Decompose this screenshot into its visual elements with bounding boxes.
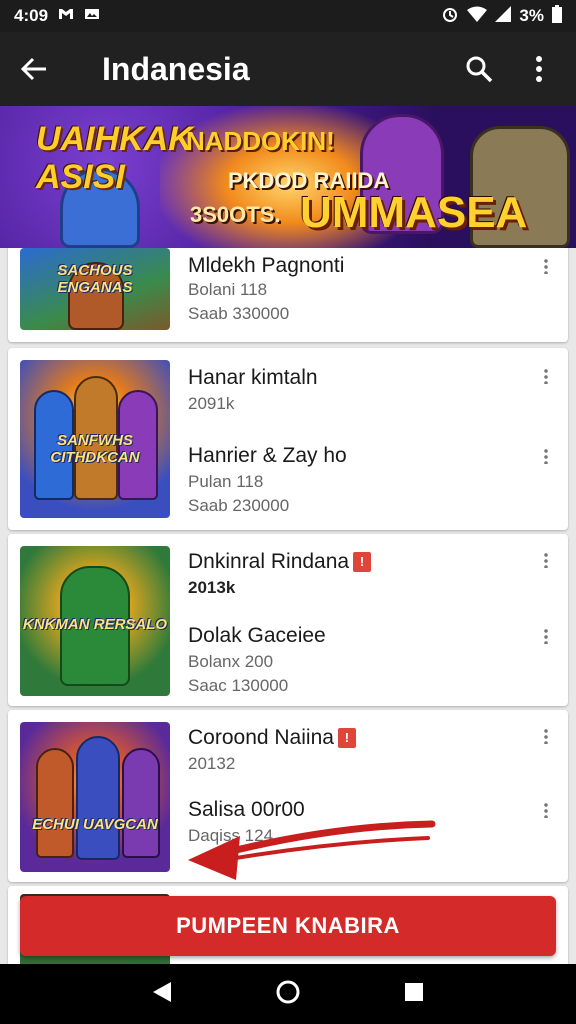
list-card[interactable]: SACHOUS ENGANAS Mldekh Pagnonti Bolani 1… [8,248,568,342]
wifi-icon [467,6,488,27]
overflow-menu-button[interactable] [518,48,560,90]
banner-line-3: 3S0OTS. [190,202,281,227]
battery-percent: 3% [519,6,544,25]
more-vert-icon [544,368,548,384]
triangle-back-icon [153,981,171,1002]
game-title: Hanar kimtaln [188,366,318,389]
game-title: Dnkinral Rindana! [188,550,372,574]
more-vert-icon [544,552,548,568]
card-menu-button[interactable] [534,624,558,648]
page-title: Indanesia [102,50,250,87]
gmail-icon [58,6,74,26]
signal-icon [495,5,512,27]
banner-headline: UAIHKAK ASISI [36,120,193,196]
banner-big-title: UMMASEA [300,188,528,237]
game-thumbnail: KNKMAN RERSALO [20,546,170,696]
primary-cta-button[interactable]: PUMPEEN KNABIRA [20,896,556,956]
more-vert-icon [544,802,548,818]
game-title: Hanrier & Zay ho [188,444,347,467]
game-title: Mldekh Pagnonti [188,254,345,277]
search-icon [466,56,493,83]
image-icon [84,6,100,26]
card-menu-button[interactable] [534,798,558,822]
game-title-text: Coroond Naiina [188,726,334,749]
alarm-icon [441,5,459,28]
more-vert-icon [544,628,548,644]
card-menu-button[interactable] [534,254,558,278]
app-bar: Indanesia [0,32,576,106]
game-meta-2: Saab 330000 [188,304,290,323]
more-vert-icon [536,56,542,82]
status-bar: 4:09 3% [0,0,576,32]
alert-badge: ! [337,728,356,748]
thumb-figure [76,736,120,860]
thumb-figure [36,748,74,858]
more-vert-icon [544,258,548,274]
annotation-arrow-icon [188,820,436,880]
battery-icon [552,4,562,28]
game-meta-2: Saac 130000 [188,676,289,695]
square-recents-icon [405,982,423,1001]
card-menu-button[interactable] [534,444,558,468]
list-card[interactable]: KNKMAN RERSALO Dnkinral Rindana! 2013k D… [8,534,568,706]
game-meta: Bolanx 200 [188,652,274,671]
game-title: Coroond Naiina! [188,726,356,750]
thumb-caption: KNKMAN RERSALO [22,616,168,633]
thumb-caption: ECHUI UAVGCAN [32,816,158,833]
alert-badge: ! [353,552,372,572]
game-meta: Bolani 118 [188,280,268,299]
card-menu-button[interactable] [534,364,558,388]
arrow-left-icon [20,57,46,81]
more-vert-icon [544,728,548,744]
promo-banner[interactable]: UAIHKAK ASISI NADDOKIN! PKDOD RAIIDA 3S0… [0,106,576,248]
game-meta: 2091k [188,394,235,413]
thumb-figure [122,748,160,858]
nav-back-button[interactable] [151,980,173,1009]
nav-home-button[interactable] [275,979,301,1010]
list-card[interactable]: SANFWHS CITHDKCAN Hanar kimtaln 2091k Ha… [8,348,568,530]
game-meta-2: Saab 230000 [188,496,290,515]
game-thumbnail: SANFWHS CITHDKCAN [20,360,170,518]
game-thumbnail: ECHUI UAVGCAN [20,722,170,872]
more-vert-icon [544,448,548,464]
status-time: 4:09 [14,6,49,25]
system-nav-bar [0,964,576,1024]
game-thumbnail: SACHOUS ENGANAS [20,248,170,330]
game-meta: 2013k [188,578,236,597]
thumb-caption: SANFWHS CITHDKCAN [50,432,140,466]
thumb-caption: SACHOUS ENGANAS [57,262,133,296]
banner-line-1: NADDOKIN! [186,126,335,156]
card-menu-button[interactable] [534,548,558,572]
search-button[interactable] [458,48,500,90]
game-meta: 20132 [188,754,236,773]
game-meta: Pulan 118 [188,472,264,491]
game-title: Dolak Gaceiee [188,624,326,647]
back-button[interactable] [0,32,68,106]
circle-home-icon [276,980,300,1003]
game-title-text: Dnkinral Rindana [188,550,350,573]
card-menu-button[interactable] [534,724,558,748]
nav-recents-button[interactable] [403,981,425,1008]
